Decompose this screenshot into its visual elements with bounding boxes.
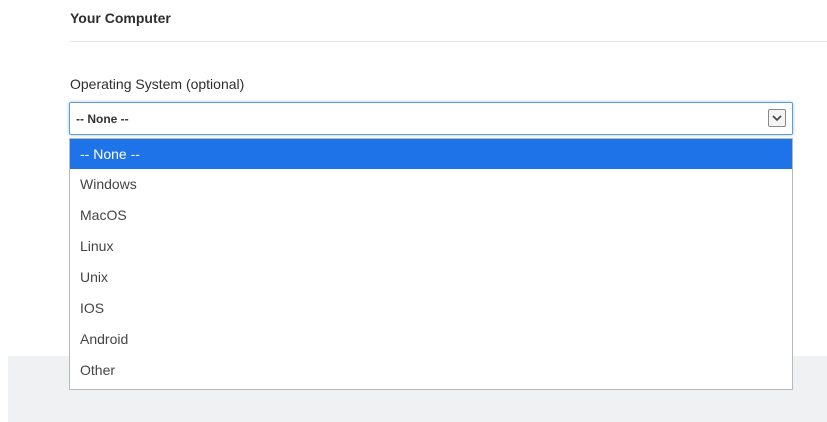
- option-unix[interactable]: Unix: [70, 262, 792, 293]
- section-divider: [70, 41, 827, 42]
- option-linux[interactable]: Linux: [70, 231, 792, 262]
- option-windows[interactable]: Windows: [70, 169, 792, 200]
- operating-system-label: Operating System (optional): [70, 76, 245, 92]
- operating-system-select[interactable]: -- None --: [69, 102, 793, 135]
- section-title: Your Computer: [70, 10, 171, 26]
- option-other[interactable]: Other: [70, 355, 792, 386]
- option-android[interactable]: Android: [70, 324, 792, 355]
- operating-system-dropdown-list: -- None -- Windows MacOS Linux Unix IOS …: [69, 138, 793, 390]
- select-current-value: -- None --: [76, 112, 129, 126]
- option-macos[interactable]: MacOS: [70, 200, 792, 231]
- option-ios[interactable]: IOS: [70, 293, 792, 324]
- option-none[interactable]: -- None --: [70, 139, 792, 169]
- chevron-down-icon[interactable]: [768, 109, 786, 127]
